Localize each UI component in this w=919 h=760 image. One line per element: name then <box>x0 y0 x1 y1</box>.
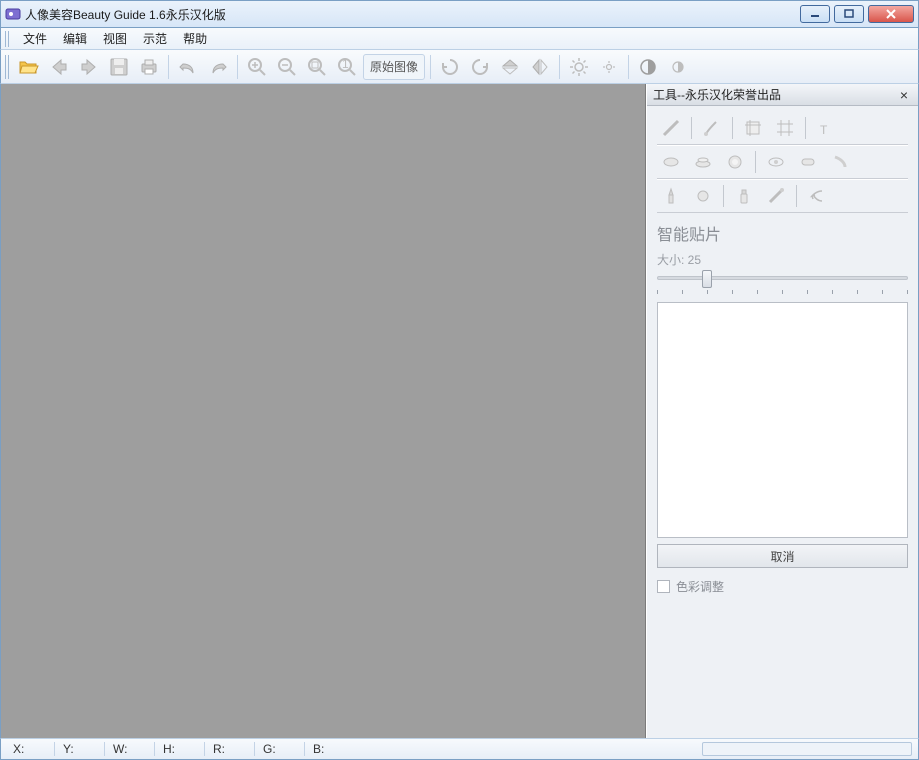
lipstick-tool-icon[interactable] <box>657 183 685 209</box>
toolbar-separator <box>430 55 431 79</box>
toolbar-separator <box>559 55 560 79</box>
teeth-tool-icon[interactable] <box>794 149 822 175</box>
window-controls <box>800 5 914 23</box>
menu-file[interactable]: 文件 <box>15 28 55 49</box>
open-file-icon[interactable] <box>15 53 43 81</box>
tool-row-1: T <box>657 112 908 145</box>
forward-icon[interactable] <box>75 53 103 81</box>
rotate-cw-icon[interactable] <box>466 53 494 81</box>
status-bar: X: Y: W: H: R: G: B: <box>0 738 919 760</box>
panel-close-icon[interactable]: × <box>896 87 912 103</box>
zoom-100-icon[interactable]: 1 <box>333 53 361 81</box>
slider-thumb[interactable] <box>702 270 712 288</box>
cancel-button[interactable]: 取消 <box>657 544 908 568</box>
menubar-grip <box>5 31 9 47</box>
svg-text:1: 1 <box>342 57 349 71</box>
status-w: W: <box>107 742 155 756</box>
main-area: 工具--永乐汉化荣誉出品 × T <box>0 84 919 738</box>
contrast-small-icon[interactable] <box>664 53 692 81</box>
color-adjust-checkbox[interactable] <box>657 580 670 593</box>
toolbar-separator <box>628 55 629 79</box>
menu-view[interactable]: 视图 <box>95 28 135 49</box>
zoom-fit-icon[interactable] <box>303 53 331 81</box>
zoom-in-icon[interactable] <box>243 53 271 81</box>
status-r: R: <box>207 742 255 756</box>
status-y: Y: <box>57 742 105 756</box>
save-icon[interactable] <box>105 53 133 81</box>
zoom-out-icon[interactable] <box>273 53 301 81</box>
concealer-tool-icon[interactable] <box>657 149 685 175</box>
crop-tool-icon[interactable] <box>739 115 767 141</box>
menu-edit[interactable]: 编辑 <box>55 28 95 49</box>
flip-horizontal-icon[interactable] <box>526 53 554 81</box>
section-title: 智能贴片 <box>657 221 908 245</box>
toolbar-grip <box>5 55 9 79</box>
tool-row-2 <box>657 145 908 179</box>
toolbar-separator <box>168 55 169 79</box>
redo-icon[interactable] <box>204 53 232 81</box>
row-separator <box>805 117 806 139</box>
contrast-large-icon[interactable] <box>634 53 662 81</box>
text-tool-icon[interactable]: T <box>812 115 840 141</box>
brush-tool-icon[interactable] <box>698 115 726 141</box>
tool-panel-title: 工具--永乐汉化荣誉出品 <box>653 86 781 103</box>
status-h: H: <box>157 742 205 756</box>
toolbar-separator <box>237 55 238 79</box>
back-icon[interactable] <box>45 53 73 81</box>
svg-text:T: T <box>820 123 828 137</box>
print-icon[interactable] <box>135 53 163 81</box>
color-adjust-label: 色彩调整 <box>676 578 724 595</box>
compact-tool-icon[interactable] <box>721 149 749 175</box>
toolbar: 1 原始图像 <box>0 50 919 84</box>
preview-box <box>657 302 908 538</box>
status-g: G: <box>257 742 305 756</box>
window-title: 人像美容Beauty Guide 1.6永乐汉化版 <box>25 6 800 23</box>
row-separator <box>796 185 797 207</box>
minimize-button[interactable] <box>800 5 830 23</box>
perfume-tool-icon[interactable] <box>730 183 758 209</box>
undo-stroke-icon[interactable] <box>803 183 831 209</box>
size-slider[interactable] <box>657 270 908 294</box>
canvas-area[interactable] <box>1 84 646 738</box>
blush-tool-icon[interactable] <box>689 183 717 209</box>
powder-tool-icon[interactable] <box>689 149 717 175</box>
tool-row-3 <box>657 179 908 213</box>
brightness-small-icon[interactable] <box>595 53 623 81</box>
mascara-tool-icon[interactable] <box>762 183 790 209</box>
tool-panel-title-bar: 工具--永乐汉化荣誉出品 × <box>647 84 918 106</box>
brightness-large-icon[interactable] <box>565 53 593 81</box>
tool-panel-body: T 智能贴片 大小: 25 <box>647 106 918 601</box>
row-separator <box>723 185 724 207</box>
menu-help[interactable]: 帮助 <box>175 28 215 49</box>
eye-tool-icon[interactable] <box>762 149 790 175</box>
grid-tool-icon[interactable] <box>771 115 799 141</box>
row-separator <box>732 117 733 139</box>
original-image-button[interactable]: 原始图像 <box>363 54 425 80</box>
color-adjust-row: 色彩调整 <box>657 578 908 595</box>
rotate-ccw-icon[interactable] <box>436 53 464 81</box>
line-tool-icon[interactable] <box>657 115 685 141</box>
menu-bar: 文件 编辑 视图 示范 帮助 <box>0 28 919 50</box>
status-progress <box>702 742 912 756</box>
status-x: X: <box>7 742 55 756</box>
smudge-tool-icon[interactable] <box>826 149 854 175</box>
size-label: 大小: 25 <box>657 251 908 268</box>
close-button[interactable] <box>868 5 914 23</box>
row-separator <box>691 117 692 139</box>
app-icon <box>5 6 21 22</box>
title-bar: 人像美容Beauty Guide 1.6永乐汉化版 <box>0 0 919 28</box>
tool-panel: 工具--永乐汉化荣誉出品 × T <box>646 84 918 738</box>
status-b: B: <box>307 742 355 756</box>
undo-icon[interactable] <box>174 53 202 81</box>
row-separator <box>755 151 756 173</box>
menu-demo[interactable]: 示范 <box>135 28 175 49</box>
flip-vertical-icon[interactable] <box>496 53 524 81</box>
maximize-button[interactable] <box>834 5 864 23</box>
